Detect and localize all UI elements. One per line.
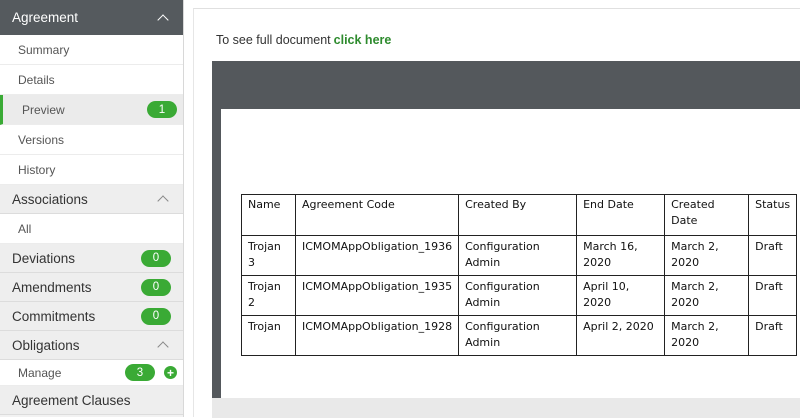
sidebar: Agreement Summary Details Preview 1 Vers… [0, 0, 184, 417]
section-amendments[interactable]: Amendments 0 [0, 273, 183, 302]
column-header: Name [241, 194, 296, 236]
chevron-up-icon[interactable] [157, 341, 169, 353]
sidebar-item-details[interactable]: Details [0, 65, 183, 95]
sidebar-item-label: Versions [18, 132, 65, 147]
cell-text: Trojan [248, 279, 281, 293]
obligations-table: Name Agreement Code Created By End Date … [241, 194, 798, 356]
document-page: Name Agreement Code Created By End Date … [221, 109, 800, 398]
sidebar-item-all[interactable]: All [0, 214, 183, 244]
column-header: Status [748, 194, 798, 236]
cell-code: ICMOMAppObligation_1928 [294, 314, 460, 356]
table-row: Trojan 3 ICMOMAppObligation_1936 Configur… [241, 234, 798, 276]
cell-code: ICMOMAppObligation_1936 [294, 234, 460, 276]
cell-text: 2020 [671, 255, 700, 269]
cell-created-by: Configuration Admin [458, 234, 578, 276]
see-full-document: To see full document click here [216, 33, 391, 47]
section-deviations-label: Deviations [12, 250, 76, 266]
cell-status: Draft [748, 274, 798, 316]
cell-text: Configuration [465, 239, 540, 253]
table-row: Trojan 2 ICMOMAppObligation_1935 Configur… [241, 274, 798, 316]
cell-text: March 2, [671, 239, 719, 253]
count-badge: 3 [125, 364, 155, 381]
section-obligations[interactable]: Obligations [0, 331, 183, 360]
section-agreement-label: Agreement [12, 10, 79, 25]
main-content: To see full document click here Name Agre… [193, 8, 800, 418]
column-header: Created By [458, 194, 578, 236]
column-header: Created Date [664, 194, 750, 236]
cell-text: March 2, [671, 319, 719, 333]
sidebar-item-label: History [18, 162, 56, 177]
chevron-up-icon[interactable] [157, 195, 169, 207]
cell-text: 2020 [583, 255, 612, 269]
manage-actions: 3 + [125, 364, 177, 381]
cell-text: Configuration [465, 319, 540, 333]
sidebar-item-label: Summary [18, 42, 70, 57]
sidebar-item-label: Manage [18, 365, 62, 380]
document-viewer: Name Agreement Code Created By End Date … [212, 61, 800, 418]
cell-text: March 2, [671, 279, 719, 293]
cell-text: Admin [465, 335, 501, 349]
cell-text: 2 [248, 295, 255, 309]
cell-created-by: Configuration Admin [458, 314, 578, 356]
cell-text: Configuration [465, 279, 540, 293]
count-badge: 0 [141, 249, 171, 267]
section-agreement-clauses-label: Agreement Clauses [12, 392, 131, 408]
cell-created-date: March 2, 2020 [664, 234, 750, 276]
sidebar-item-label: All [18, 221, 32, 236]
cell-text: Admin [465, 295, 501, 309]
cell-name: Trojan [241, 314, 296, 356]
cell-text: March 16, [583, 239, 638, 253]
section-commitments-label: Commitments [12, 308, 96, 324]
sidebar-item-label: Details [18, 72, 55, 87]
cell-status: Draft [748, 314, 798, 356]
sidebar-item-preview[interactable]: Preview 1 [0, 95, 183, 125]
sidebar-item-versions[interactable]: Versions [0, 125, 183, 155]
cell-created-by: Configuration Admin [458, 274, 578, 316]
sidebar-item-summary[interactable]: Summary [0, 35, 183, 65]
table-row: Trojan ICMOMAppObligation_1928 Configura… [241, 314, 798, 356]
sidebar-item-label: Preview [22, 102, 65, 117]
cell-created-date: March 2, 2020 [664, 314, 750, 356]
sidebar-item-history[interactable]: History [0, 155, 183, 185]
sidebar-item-manage[interactable]: Manage 3 + [0, 360, 183, 386]
cell-created-date: March 2, 2020 [664, 274, 750, 316]
cell-text: Trojan [248, 239, 281, 253]
cell-status: Draft [748, 234, 798, 276]
see-full-text: To see full document [216, 33, 331, 47]
section-agreement[interactable]: Agreement [0, 0, 183, 35]
cell-end-date: April 2, 2020 [576, 314, 666, 356]
section-associations[interactable]: Associations [0, 185, 183, 214]
cell-text: 2020 [671, 295, 700, 309]
viewer-bottom-bar [212, 398, 800, 418]
column-header: End Date [576, 194, 666, 236]
cell-name: Trojan 3 [241, 234, 296, 276]
section-deviations[interactable]: Deviations 0 [0, 244, 183, 273]
count-badge: 1 [147, 101, 177, 118]
add-icon[interactable]: + [164, 366, 177, 379]
cell-text: 3 [248, 255, 255, 269]
column-header: Agreement Code [294, 194, 460, 236]
cell-text: 2020 [671, 335, 700, 349]
cell-end-date: March 16, 2020 [576, 234, 666, 276]
cell-end-date: April 10, 2020 [576, 274, 666, 316]
chevron-up-icon[interactable] [157, 13, 169, 26]
click-here-link[interactable]: click here [334, 33, 392, 47]
cell-text: Admin [465, 255, 501, 269]
cell-code: ICMOMAppObligation_1935 [294, 274, 460, 316]
count-badge: 0 [141, 278, 171, 296]
table-header-row: Name Agreement Code Created By End Date … [241, 194, 798, 236]
section-commitments[interactable]: Commitments 0 [0, 302, 183, 331]
section-associations-label: Associations [12, 191, 88, 207]
section-amendments-label: Amendments [12, 279, 92, 295]
section-agreement-clauses[interactable]: Agreement Clauses [0, 386, 183, 415]
count-badge: 0 [141, 307, 171, 325]
section-obligations-label: Obligations [12, 337, 80, 353]
cell-name: Trojan 2 [241, 274, 296, 316]
